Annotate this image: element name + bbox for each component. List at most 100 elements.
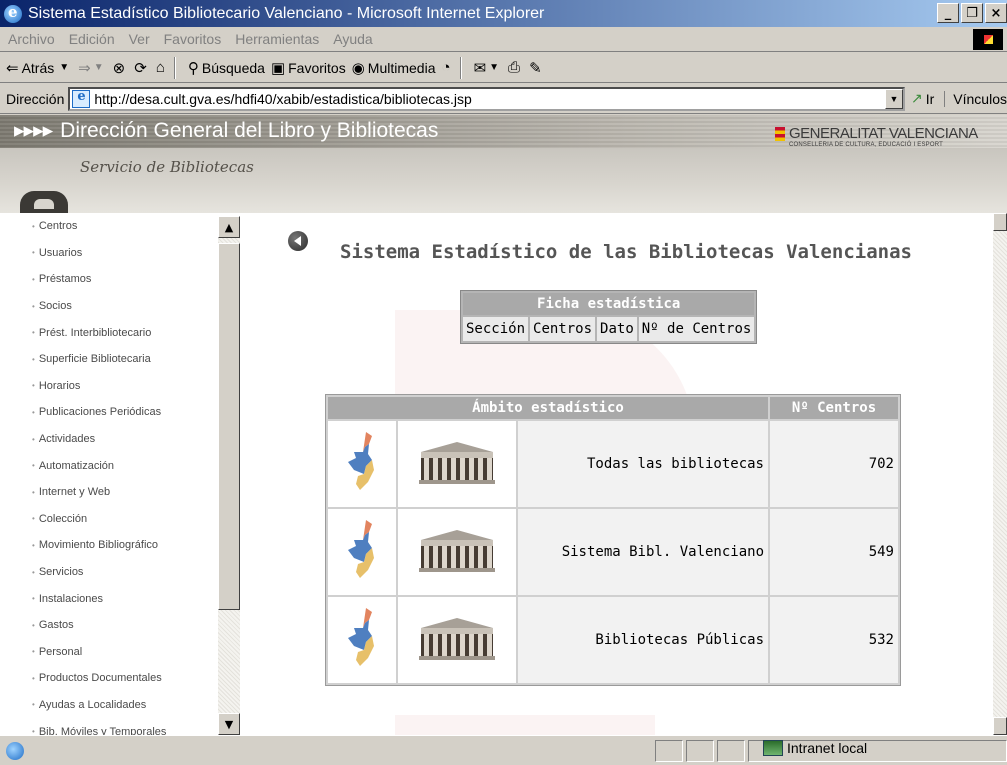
table-row[interactable]: Sistema Bibl. Valenciano 549 bbox=[328, 509, 898, 595]
ambito-label[interactable]: Bibliotecas Públicas bbox=[518, 597, 768, 683]
address-url[interactable]: http://desa.cult.gva.es/hdfi40/xabib/est… bbox=[94, 91, 471, 107]
ambito-label[interactable]: Todas las bibliotecas bbox=[518, 421, 768, 507]
media-button[interactable]: ◉ Multimedia bbox=[352, 59, 436, 77]
address-input[interactable]: http://desa.cult.gva.es/hdfi40/xabib/est… bbox=[68, 86, 905, 111]
stop-button[interactable]: ⊗ bbox=[113, 59, 129, 77]
sidebar-item-centros[interactable]: • Centros bbox=[0, 213, 220, 240]
sidebar-item-ayudas[interactable]: • Ayudas a Localidades bbox=[0, 692, 220, 719]
sidebar-item-automatizacion[interactable]: • Automatización bbox=[0, 452, 220, 479]
sidebar: • Centros • Usuarios • Préstamos • Socios • P… bbox=[0, 213, 245, 735]
map-cell[interactable] bbox=[328, 421, 396, 507]
minimize-button[interactable]: _ bbox=[937, 3, 959, 23]
back-arrow-icon: ⇐ bbox=[6, 59, 19, 77]
forward-dropdown-icon[interactable]: ▼ bbox=[94, 62, 104, 73]
edit-button[interactable]: ✎ bbox=[529, 59, 545, 77]
ambito-label[interactable]: Sistema Bibl. Valenciano bbox=[518, 509, 768, 595]
banner-title-text: Dirección General del Libro y Biblioteca… bbox=[60, 119, 439, 142]
table-row[interactable]: Todas las bibliotecas 702 bbox=[328, 421, 898, 507]
ambito-header: Ámbito estadístico bbox=[328, 397, 768, 419]
sidebar-item-horarios[interactable]: • Horarios bbox=[0, 373, 220, 400]
mail-button[interactable]: ✉ ▼ bbox=[474, 59, 502, 77]
print-button[interactable]: ⎙ bbox=[508, 59, 523, 76]
building-cell[interactable] bbox=[398, 421, 516, 507]
sidebar-item-label: Superficie Bibliotecaria bbox=[38, 353, 151, 366]
banner-subtitle: Servicio de Bibliotecas bbox=[80, 158, 254, 176]
close-button[interactable]: × bbox=[985, 3, 1007, 23]
sidebar-item-label: Prést. Interbibliotecario bbox=[38, 326, 152, 339]
sidebar-item-usuarios[interactable]: • Usuarios bbox=[0, 240, 220, 267]
table-row[interactable]: Bibliotecas Públicas 532 bbox=[328, 597, 898, 683]
map-cell[interactable] bbox=[328, 597, 396, 683]
status-pane bbox=[717, 740, 745, 762]
sidebar-item-socios[interactable]: • Socios bbox=[0, 293, 220, 320]
bullet-icon: • bbox=[32, 248, 35, 258]
menu-ver[interactable]: Ver bbox=[129, 31, 150, 47]
ficha-cell-dato: Dato bbox=[597, 317, 637, 341]
banner-title[interactable]: ▸▸▸▸ Dirección General del Libro y Biblio… bbox=[14, 118, 438, 143]
building-cell[interactable] bbox=[398, 597, 516, 683]
banner-arrows-icon: ▸▸▸▸ bbox=[14, 119, 53, 142]
sidebar-item-superficie[interactable]: • Superficie Bibliotecaria bbox=[0, 346, 220, 373]
sidebar-item-personal[interactable]: • Personal bbox=[0, 639, 220, 666]
search-button[interactable]: ⚲ Búsqueda bbox=[188, 59, 265, 77]
back-circle-icon[interactable] bbox=[288, 231, 308, 251]
refresh-button[interactable]: ⟳ bbox=[134, 59, 150, 77]
home-button[interactable]: ⌂ bbox=[156, 59, 168, 76]
sidebar-item-publicaciones[interactable]: • Publicaciones Periódicas bbox=[0, 399, 220, 426]
menu-archivo[interactable]: Archivo bbox=[8, 31, 55, 47]
sidebar-item-label: Movimiento Bibliográfico bbox=[38, 539, 159, 552]
building-cell[interactable] bbox=[398, 509, 516, 595]
bullet-icon: • bbox=[32, 567, 35, 577]
toolbar-separator bbox=[173, 56, 176, 79]
sidebar-item-movimiento[interactable]: • Movimiento Bibliográfico bbox=[0, 532, 220, 559]
back-dropdown-icon[interactable]: ▼ bbox=[59, 62, 69, 73]
scroll-down-icon[interactable]: ▼ bbox=[218, 713, 240, 735]
mail-dropdown-icon[interactable]: ▼ bbox=[489, 62, 499, 73]
page-scroll-up-icon[interactable] bbox=[993, 213, 1007, 231]
refresh-icon: ⟳ bbox=[134, 59, 147, 77]
sidebar-item-servicios[interactable]: • Servicios bbox=[0, 559, 220, 586]
gva-logo-main: GENERALITAT VALENCIANA bbox=[789, 125, 978, 142]
menu-edicion[interactable]: Edición bbox=[69, 31, 115, 47]
favorites-button[interactable]: ▣ Favoritos bbox=[271, 59, 346, 77]
back-button[interactable]: ⇐ Atrás ▼ bbox=[6, 59, 72, 77]
sidebar-item-bib-moviles[interactable]: • Bib. Móviles y Temporales bbox=[0, 718, 220, 735]
edit-icon: ✎ bbox=[529, 59, 542, 77]
menu-bar: Archivo Edición Ver Favoritos Herramient… bbox=[0, 27, 1007, 52]
sidebar-item-instalaciones[interactable]: • Instalaciones bbox=[0, 585, 220, 612]
sidebar-item-label: Horarios bbox=[38, 379, 81, 392]
home-icon: ⌂ bbox=[155, 59, 165, 76]
sidebar-item-gastos[interactable]: • Gastos bbox=[0, 612, 220, 639]
security-zone[interactable]: Intranet local bbox=[763, 740, 867, 756]
map-cell[interactable] bbox=[328, 509, 396, 595]
go-button[interactable]: ↗ Ir bbox=[911, 90, 934, 107]
address-dropdown-icon[interactable]: ▼ bbox=[885, 88, 903, 109]
sidebar-item-label: Productos Documentales bbox=[38, 672, 162, 685]
page-icon bbox=[72, 89, 91, 108]
scroll-up-icon[interactable]: ▲ bbox=[218, 216, 240, 238]
sidebar-item-prestamos[interactable]: • Préstamos bbox=[0, 266, 220, 293]
sidebar-item-internet-web[interactable]: • Internet y Web bbox=[0, 479, 220, 506]
sidebar-scroll-thumb[interactable] bbox=[218, 243, 240, 610]
bullet-icon: • bbox=[32, 407, 35, 417]
ficha-cell-seccion: Sección bbox=[463, 317, 529, 341]
sidebar-scrollbar[interactable]: ▲ ▼ bbox=[218, 216, 240, 735]
page-scrollbar[interactable] bbox=[993, 213, 1007, 735]
sidebar-item-productos[interactable]: • Productos Documentales bbox=[0, 665, 220, 692]
menu-herramientas[interactable]: Herramientas bbox=[235, 31, 319, 47]
sidebar-item-coleccion[interactable]: • Colección bbox=[0, 506, 220, 533]
site-banner: ▸▸▸▸ Dirección General del Libro y Biblio… bbox=[0, 115, 1007, 213]
menu-ayuda[interactable]: Ayuda bbox=[333, 31, 372, 47]
sidebar-item-prestamo-interbibliotecario[interactable]: • Prést. Interbibliotecario bbox=[0, 319, 220, 346]
bullet-icon: • bbox=[32, 301, 35, 311]
links-button[interactable]: Vínculos bbox=[944, 90, 1007, 107]
bullet-icon: • bbox=[32, 700, 35, 710]
gva-logo[interactable]: GENERALITAT VALENCIANA CONSELLERIA DE CU… bbox=[775, 125, 978, 148]
forward-button[interactable]: ⇒ ▼ bbox=[78, 59, 106, 77]
maximize-button[interactable]: ❐ bbox=[961, 3, 983, 23]
history-button[interactable]: ◔ bbox=[442, 59, 454, 76]
page-scroll-down-icon[interactable] bbox=[993, 717, 1007, 735]
menu-favoritos[interactable]: Favoritos bbox=[164, 31, 222, 47]
sidebar-item-actividades[interactable]: • Actividades bbox=[0, 426, 220, 453]
address-bar: Dirección http://desa.cult.gva.es/hdfi40… bbox=[0, 84, 1007, 114]
